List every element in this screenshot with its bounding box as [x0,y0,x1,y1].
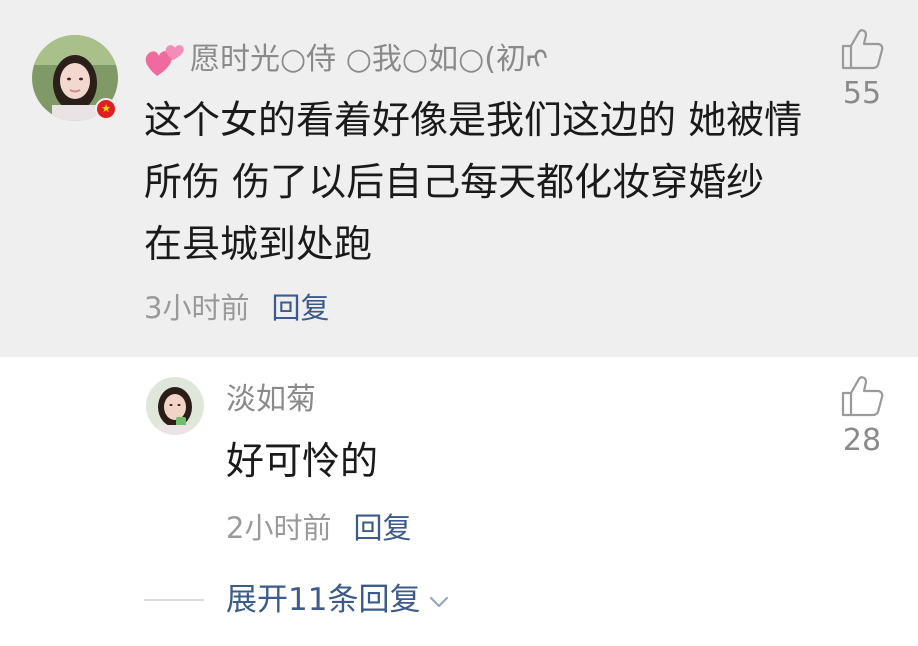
reply-comment-text: 好可怜的 [226,439,379,483]
main-comment-time: 3小时前 [144,291,250,325]
reply-comment-like-count: 28 [842,423,882,458]
main-comment-text: 这个女的看着好像是我们这边的 她被情所伤 伤了以后自己每天都化妆穿婚纱 在县城到… [144,98,803,266]
reply-comment-meta: 2小时前 回复 [226,508,411,548]
divider [144,599,204,601]
reply-comment-avatar[interactable] [146,377,204,435]
chevron-down-icon [430,596,449,607]
expand-replies-button[interactable]: 展开11条回复 [226,578,450,622]
pink-hearts-icon [145,45,184,76]
expand-replies-label: 展开11条回复 [226,582,421,618]
expand-replies-row: 展开11条回复 [144,578,744,622]
thumbs-up-icon [841,29,884,70]
main-comment-like-button[interactable]: 55 [832,28,892,114]
reply-comment-username[interactable]: 淡如菊 [226,380,316,420]
main-comment-reply-button[interactable]: 回复 [271,291,329,325]
china-flag-icon: ★ [95,98,117,120]
main-comment-meta: 3小时前 回复 [144,288,329,328]
main-comment-like-count: 55 [842,76,882,111]
main-comment-username[interactable]: 愿时光○侍 ○我○如○(初ᡢ [190,38,548,82]
thumbs-up-icon [841,376,884,417]
reply-comment-time: 2小时前 [226,511,332,545]
main-comment: ★ 愿时光○侍 ○我○如○(初ᡢ 这个女的看着好像是我们这边的 她被情所伤 伤了… [0,0,918,357]
reply-comment-like-button[interactable]: 28 [832,375,892,461]
reply-comment-reply-button[interactable]: 回复 [353,511,411,545]
